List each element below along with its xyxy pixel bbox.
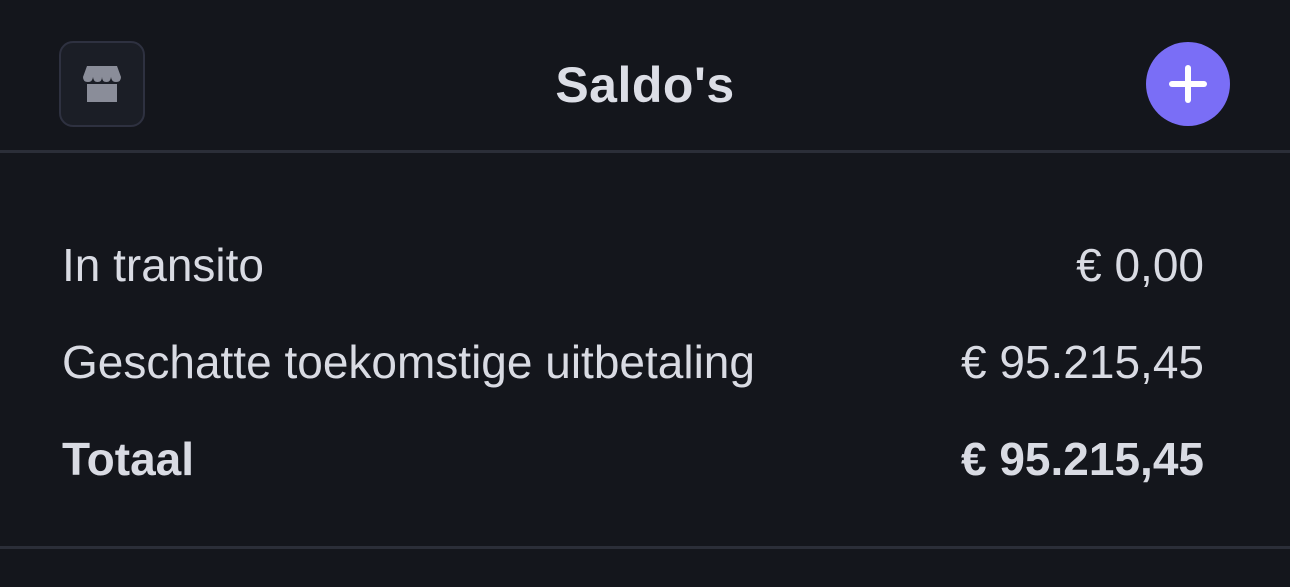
- balance-row-in-transit: In transito € 0,00: [62, 235, 1204, 295]
- balance-row-estimated-payout: Geschatte toekomstige uitbetaling € 95.2…: [62, 332, 1204, 392]
- add-button[interactable]: [1146, 42, 1230, 126]
- header-bar: Saldo's: [0, 0, 1290, 153]
- balance-row-total: Totaal € 95.215,45: [62, 429, 1204, 489]
- plus-icon: [1165, 61, 1211, 107]
- balances-screen: Saldo's In transito € 0,00 Geschatte toe…: [0, 0, 1290, 587]
- balance-label: In transito: [62, 239, 264, 291]
- balance-label: Geschatte toekomstige uitbetaling: [62, 336, 755, 388]
- balance-amount: € 0,00: [1076, 239, 1204, 291]
- page-title: Saldo's: [555, 57, 735, 113]
- balance-list: In transito € 0,00 Geschatte toekomstige…: [0, 153, 1290, 549]
- balance-amount: € 95.215,45: [960, 336, 1204, 388]
- total-amount: € 95.215,45: [960, 433, 1204, 485]
- total-label: Totaal: [62, 433, 195, 485]
